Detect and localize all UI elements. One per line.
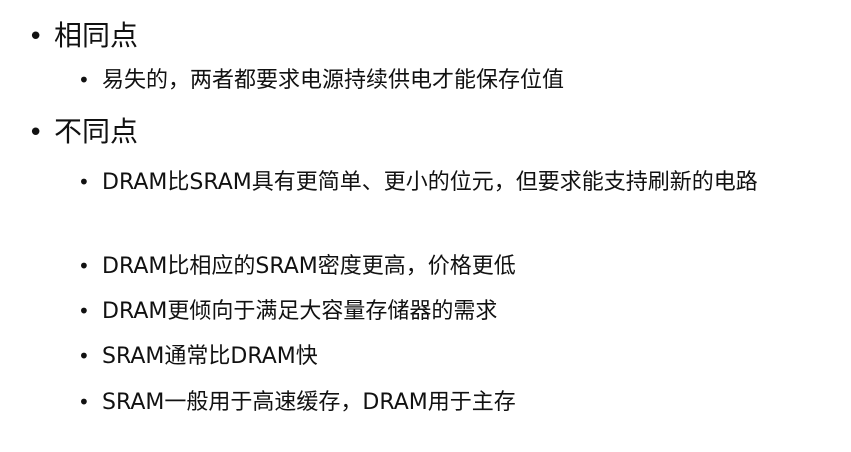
list-item-text: SRAM通常比DRAM快: [102, 344, 318, 369]
list-item: • 易失的，两者都要求电源持续供电才能保存位值: [78, 64, 564, 97]
slide: • 相同点 • 易失的，两者都要求电源持续供电才能保存位值 • 不同点 • DR…: [0, 0, 851, 452]
list-item-text: SRAM一般用于高速缓存，DRAM用于主存: [102, 390, 516, 415]
bullet-icon: •: [78, 390, 90, 414]
bullet-icon: •: [78, 299, 90, 323]
section-heading-text: 相同点: [54, 19, 139, 52]
section-heading-text: 不同点: [54, 115, 139, 148]
list-item: • DRAM更倾向于满足大容量存储器的需求: [78, 295, 497, 328]
list-item: • DRAM比SRAM具有更简单、更小的位元，但要求能支持刷新的电路: [78, 166, 822, 199]
list-item-text: DRAM比相应的SRAM密度更高，价格更低: [102, 254, 516, 279]
list-item: • SRAM通常比DRAM快: [78, 340, 318, 373]
bullet-icon: •: [78, 68, 90, 92]
bullet-icon: •: [78, 254, 90, 278]
bullet-icon: •: [28, 22, 44, 52]
list-item-text: DRAM比SRAM具有更简单、更小的位元，但要求能支持刷新的电路: [102, 170, 758, 195]
bullet-icon: •: [28, 118, 44, 148]
list-item: • SRAM一般用于高速缓存，DRAM用于主存: [78, 386, 516, 419]
list-item: • DRAM比相应的SRAM密度更高，价格更低: [78, 250, 516, 283]
bullet-icon: •: [78, 344, 90, 368]
bullet-icon: •: [78, 170, 90, 194]
section-heading-different: • 不同点: [28, 116, 138, 149]
list-item-text: DRAM更倾向于满足大容量存储器的需求: [102, 299, 498, 324]
section-heading-same: • 相同点: [28, 20, 138, 53]
list-item-text: 易失的，两者都要求电源持续供电才能保存位值: [102, 68, 565, 93]
